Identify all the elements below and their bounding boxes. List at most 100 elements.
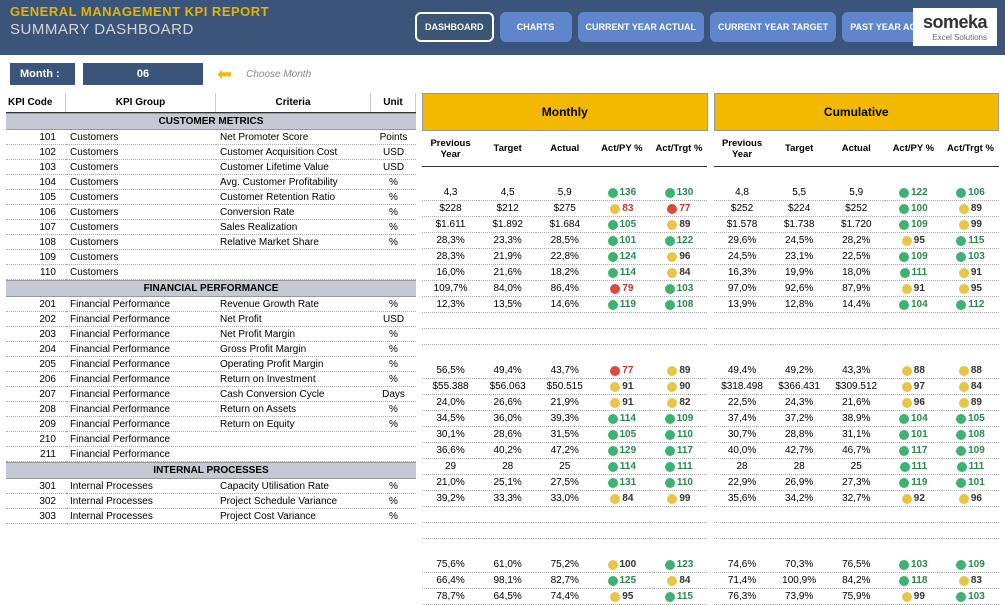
data-row: 16,0%21,6%18,2%11484	[422, 265, 708, 281]
data-row: 29,6%24,5%28,2%95115	[714, 233, 1000, 249]
category-header: FINANCIAL PERFORMANCE	[6, 280, 416, 297]
logo: someka Excel Solutions	[913, 8, 997, 46]
kpi-row: 101CustomersNet Promoter ScorePoints	[6, 130, 416, 145]
data-row	[714, 313, 1000, 329]
data-row: $1.611$1.892$1.68410589	[422, 217, 708, 233]
kpi-row: 104CustomersAvg. Customer Profitability%	[6, 175, 416, 190]
data-row: $318.498$366.431$309.5129784	[714, 379, 1000, 395]
data-row: $55.388$56.063$50.5159190	[422, 379, 708, 395]
col-kpi-code: KPI Code	[6, 93, 66, 112]
kpi-row: 303Internal ProcessesProject Cost Varian…	[6, 509, 416, 524]
report-subtitle: SUMMARY DASHBOARD	[10, 21, 269, 38]
data-row: 4,85,55,9122106	[714, 185, 1000, 201]
col-kpi-group: KPI Group	[66, 93, 216, 112]
data-row: 75,6%61,0%75,2%100123	[422, 557, 708, 573]
data-row: 76,3%73,9%75,9%99103	[714, 589, 1000, 605]
col-target: Target	[771, 133, 828, 167]
data-row: 16,3%19,9%18,0%11191	[714, 265, 1000, 281]
data-row	[422, 313, 708, 329]
cumulative-title: Cumulative	[714, 93, 1000, 131]
col-act-py: Act/PY %	[593, 133, 650, 167]
col-act-trg: Act/Trgt %	[650, 133, 707, 167]
kpi-row: 301Internal ProcessesCapacity Utilisatio…	[6, 479, 416, 494]
data-row: 24,5%23,1%22,5%109103	[714, 249, 1000, 265]
month-selector-row: Month : 06 ⬅ Choose Month	[0, 55, 420, 93]
data-row: 97,0%92,6%87,9%9195	[714, 281, 1000, 297]
data-row	[422, 507, 708, 523]
data-row: 37,4%37,2%38,9%104105	[714, 411, 1000, 427]
data-row: 282825111111	[714, 459, 1000, 475]
kpi-row: 203Financial PerformanceNet Profit Margi…	[6, 327, 416, 342]
col-target: Target	[479, 133, 536, 167]
arrow-left-icon: ⬅	[217, 64, 232, 85]
data-row: 74,6%70,3%76,5%103109	[714, 557, 1000, 573]
data-row: 30,7%28,8%31,1%101108	[714, 427, 1000, 443]
kpi-row: 210Financial Performance	[6, 432, 416, 447]
cumulative-header: Previous Year Target Actual Act/PY % Act…	[714, 133, 1000, 167]
data-row: 21,0%25,1%27,5%131110	[422, 475, 708, 491]
kpi-row: 206Financial PerformanceReturn on Invest…	[6, 372, 416, 387]
data-row: 39,2%33,3%33,0%8499	[422, 491, 708, 507]
data-row	[714, 507, 1000, 523]
nav-charts[interactable]: CHARTS	[500, 12, 572, 42]
kpi-row: 103CustomersCustomer Lifetime ValueUSD	[6, 160, 416, 175]
month-label: Month :	[10, 63, 75, 85]
data-row: 22,5%24,3%21,6%9689	[714, 395, 1000, 411]
kpi-row: 201Financial PerformanceRevenue Growth R…	[6, 297, 416, 312]
choose-month-hint: Choose Month	[246, 69, 311, 80]
kpi-row: 105CustomersCustomer Retention Ratio%	[6, 190, 416, 205]
data-row: $1.578$1.738$1.72010999	[714, 217, 1000, 233]
col-unit: Unit	[371, 93, 416, 112]
data-row	[422, 329, 708, 345]
data-row: 78,7%64,5%74,4%95115	[422, 589, 708, 605]
kpi-row: 208Financial PerformanceReturn on Assets…	[6, 402, 416, 417]
data-row: 292825114111	[422, 459, 708, 475]
data-row: 40,0%42,7%46,7%117109	[714, 443, 1000, 459]
monthly-section: Monthly Previous Year Target Actual Act/…	[422, 93, 708, 605]
data-row: 30,1%28,6%31,5%105110	[422, 427, 708, 443]
nav-dashboard[interactable]: DASHBOARD	[415, 12, 494, 42]
month-value[interactable]: 06	[83, 63, 203, 85]
col-prev-year: Previous Year	[714, 133, 771, 167]
data-row: 28,3%23,3%28,5%101122	[422, 233, 708, 249]
category-header: INTERNAL PROCESSES	[6, 462, 416, 479]
kpi-row: 209Financial PerformanceReturn on Equity…	[6, 417, 416, 432]
report-title: GENERAL MANAGEMENT KPI REPORT	[10, 4, 269, 19]
nav-cy-actual[interactable]: CURRENT YEAR ACTUAL	[578, 12, 705, 42]
data-row: 109,7%84,0%86,4%79103	[422, 281, 708, 297]
col-criteria: Criteria	[216, 93, 371, 112]
data-row: 36,6%40,2%47,2%129117	[422, 443, 708, 459]
kpi-row: 107CustomersSales Realization%	[6, 220, 416, 235]
kpi-row: 109Customers	[6, 250, 416, 265]
kpi-row: 102CustomersCustomer Acquisition CostUSD	[6, 145, 416, 160]
nav-cy-target[interactable]: CURRENT YEAR TARGET	[710, 12, 836, 42]
data-row: 12,3%13,5%14,6%119108	[422, 297, 708, 313]
monthly-title: Monthly	[422, 93, 708, 131]
data-row: $252$224$25210089	[714, 201, 1000, 217]
kpi-row: 211Financial Performance	[6, 447, 416, 462]
data-row: 22,9%26,9%27,3%119101	[714, 475, 1000, 491]
data-row: 66,4%98,1%82,7%12584	[422, 573, 708, 589]
col-actual: Actual	[828, 133, 885, 167]
col-act-py: Act/PY %	[885, 133, 942, 167]
kpi-list-header: KPI Code KPI Group Criteria Unit	[6, 93, 416, 113]
kpi-row: 110Customers	[6, 265, 416, 280]
kpi-row: 205Financial PerformanceOperating Profit…	[6, 357, 416, 372]
kpi-row: 207Financial PerformanceCash Conversion …	[6, 387, 416, 402]
data-row	[714, 329, 1000, 345]
data-row: 49,4%49,2%43,3%8888	[714, 363, 1000, 379]
data-row: 34,5%36,0%39,3%114109	[422, 411, 708, 427]
data-row: 35,6%34,2%32,7%9296	[714, 491, 1000, 507]
logo-main: someka	[923, 12, 987, 33]
monthly-header: Previous Year Target Actual Act/PY % Act…	[422, 133, 708, 167]
data-row: 56,5%49,4%43,7%7789	[422, 363, 708, 379]
kpi-row: 302Internal ProcessesProject Schedule Va…	[6, 494, 416, 509]
col-actual: Actual	[536, 133, 593, 167]
kpi-row: 202Financial PerformanceNet ProfitUSD	[6, 312, 416, 327]
data-row	[422, 523, 708, 539]
data-row: 28,3%21,9%22,8%12496	[422, 249, 708, 265]
data-row	[714, 523, 1000, 539]
col-act-trg: Act/Trgt %	[942, 133, 999, 167]
category-header: CUSTOMER METRICS	[6, 113, 416, 130]
logo-sub: Excel Solutions	[932, 33, 987, 42]
